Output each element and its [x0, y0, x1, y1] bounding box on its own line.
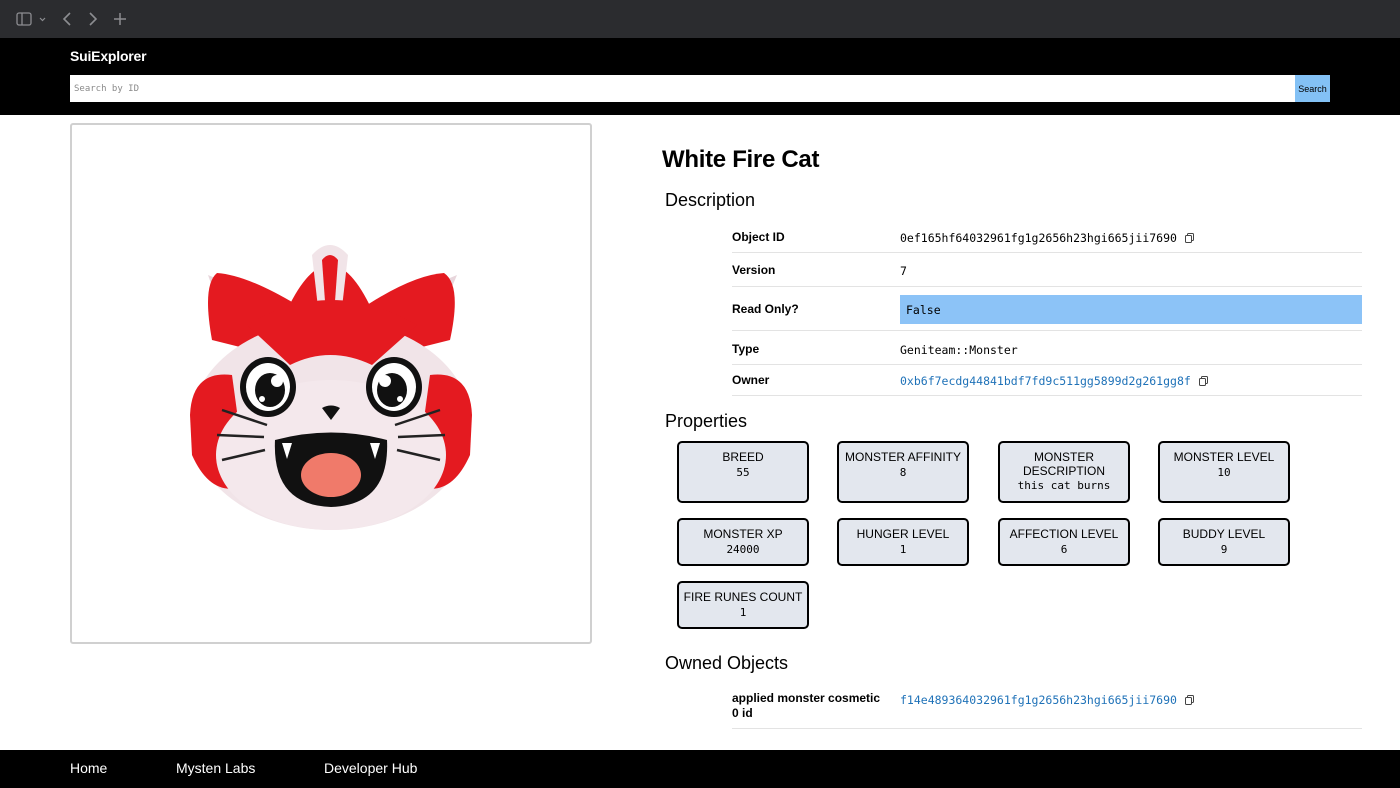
brand-logo[interactable]: SuiExplorer: [70, 48, 147, 64]
version-value: 7: [900, 264, 907, 278]
property-key: MONSTER DESCRIPTION: [1022, 450, 1105, 478]
property-value: 1: [739, 606, 747, 619]
property-value: 24000: [726, 543, 760, 556]
field-row-type: Type Geniteam::Monster: [732, 331, 1362, 365]
footer-link-home[interactable]: Home: [70, 760, 107, 776]
property-card: FIRE RUNES COUNT 1: [677, 581, 809, 629]
owned-object-link[interactable]: f14e489364032961fg1g2656h23hgi665jii7690: [900, 693, 1177, 707]
property-key: FIRE RUNES COUNT: [683, 590, 803, 604]
property-key: BREED: [722, 450, 764, 464]
owned-object-label: applied monster cosmetic 0 id: [732, 691, 881, 720]
property-card: BUDDY LEVEL 9: [1158, 518, 1290, 566]
field-row-version: Version 7: [732, 253, 1362, 287]
field-label: Type: [732, 342, 760, 356]
owner-value: 0xb6f7ecdg44841bdf7fd9c511gg5899d2g261gg…: [900, 374, 1208, 389]
browser-toolbar: [0, 0, 1400, 38]
property-card: BREED 55: [677, 441, 809, 503]
property-value: 10: [1217, 466, 1231, 479]
search-button[interactable]: Search: [1295, 75, 1330, 102]
field-row-owner: Owner 0xb6f7ecdg44841bdf7fd9c511gg5899d2…: [732, 365, 1362, 396]
back-icon[interactable]: [60, 10, 74, 28]
field-label: Read Only?: [732, 302, 799, 316]
sidebar-toggle-icon[interactable]: [14, 10, 48, 28]
site-header: SuiExplorer Search: [0, 38, 1400, 115]
owner-link[interactable]: 0xb6f7ecdg44841bdf7fd9c511gg5899d2g261gg…: [900, 374, 1191, 388]
property-card: MONSTER DESCRIPTION this cat burns: [998, 441, 1130, 503]
property-value: 1: [899, 543, 907, 556]
property-value: 9: [1220, 543, 1228, 556]
new-tab-icon[interactable]: [112, 10, 128, 28]
property-key: MONSTER XP: [703, 527, 783, 541]
properties-heading: Properties: [665, 411, 748, 431]
copy-icon[interactable]: [1184, 232, 1194, 246]
type-value: Geniteam::Monster: [900, 343, 1018, 357]
footer-link-mysten-labs[interactable]: Mysten Labs: [176, 760, 255, 776]
property-key: MONSTER LEVEL: [1173, 450, 1275, 464]
owned-object-row: applied monster cosmetic 0 id f14e489364…: [732, 688, 1362, 729]
property-key: MONSTER AFFINITY: [844, 450, 961, 464]
copy-icon[interactable]: [1184, 694, 1194, 708]
field-row-object-id: Object ID 0ef165hf64032961fg1g2656h23hgi…: [732, 222, 1362, 253]
property-value: this cat burns: [1017, 479, 1111, 492]
property-card: MONSTER LEVEL 10: [1158, 441, 1290, 503]
property-value: 55: [736, 466, 750, 479]
property-key: AFFECTION LEVEL: [1009, 527, 1119, 541]
property-value: 6: [1060, 543, 1068, 556]
description-heading: Description: [665, 190, 756, 210]
property-card: MONSTER XP 24000: [677, 518, 809, 566]
site-footer: Home Mysten Labs Developer Hub: [0, 750, 1400, 788]
object-title: White Fire Cat: [662, 146, 820, 173]
search-input[interactable]: [70, 75, 1295, 102]
property-value: 8: [899, 466, 907, 479]
object-image-panel: [70, 123, 592, 644]
property-key: HUNGER LEVEL: [856, 527, 950, 541]
monster-image: [190, 245, 472, 530]
forward-icon[interactable]: [86, 10, 100, 28]
copy-icon[interactable]: [1198, 375, 1208, 389]
owned-object-value: f14e489364032961fg1g2656h23hgi665jii7690: [900, 693, 1194, 708]
footer-link-developer-hub[interactable]: Developer Hub: [324, 760, 417, 776]
read-only-badge: False: [900, 295, 1362, 324]
property-card: AFFECTION LEVEL 6: [998, 518, 1130, 566]
field-row-read-only: Read Only? False: [732, 287, 1362, 331]
owned-objects-heading: Owned Objects: [665, 653, 789, 673]
field-label: Object ID: [732, 230, 785, 244]
field-label: Owner: [732, 373, 770, 387]
object-id-value: 0ef165hf64032961fg1g2656h23hgi665jii7690: [900, 231, 1194, 246]
field-label: Version: [732, 263, 776, 277]
property-key: BUDDY LEVEL: [1182, 527, 1266, 541]
property-card: HUNGER LEVEL 1: [837, 518, 969, 566]
property-card: MONSTER AFFINITY 8: [837, 441, 969, 503]
